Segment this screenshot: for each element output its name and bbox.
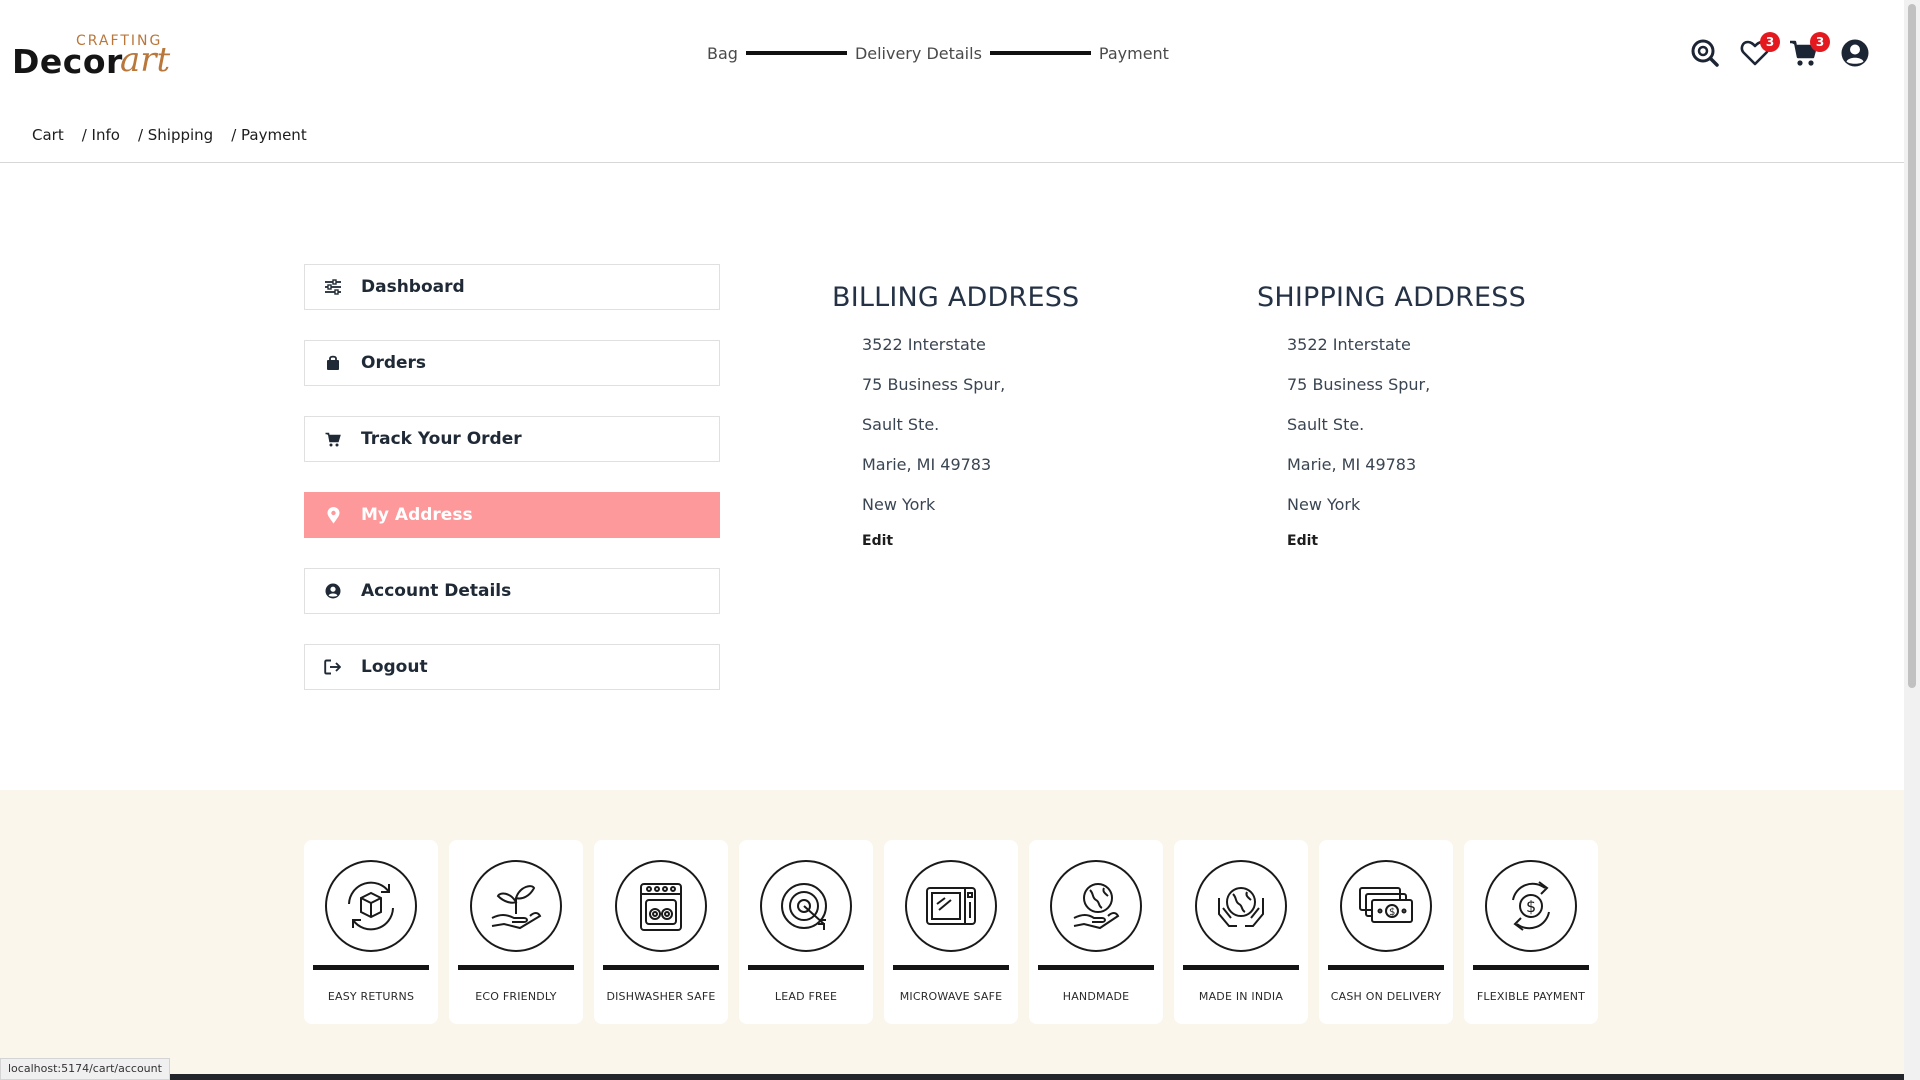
menu-item-logout[interactable]: Logout — [304, 644, 720, 690]
billing-address-title: BILLING ADDRESS — [832, 282, 1080, 313]
feature-underline — [313, 965, 429, 970]
sliders-icon — [323, 277, 343, 297]
step-delivery-details[interactable]: Delivery Details — [855, 44, 982, 63]
wishlist-count-badge: 3 — [1760, 32, 1780, 52]
logo-decor: Decor — [12, 42, 123, 81]
step-connector — [989, 51, 1091, 55]
shipping-edit-link[interactable]: Edit — [1287, 533, 1617, 549]
feature-label: LEAD FREE — [774, 990, 838, 1003]
address-line: New York — [1287, 495, 1361, 514]
plant-hand-icon — [470, 860, 562, 952]
feature-card: MICROWAVE SAFE — [884, 840, 1018, 1024]
menu-item-label: Dashboard — [361, 277, 465, 297]
breadcrumb: Cart / Info / Shipping / Payment — [32, 126, 325, 144]
menu-item-label: Logout — [361, 657, 428, 677]
dishwasher-icon — [615, 860, 707, 952]
feature-underline — [1183, 965, 1299, 970]
feature-underline — [748, 965, 864, 970]
header-divider — [0, 162, 1904, 163]
cash-icon: $ — [1340, 860, 1432, 952]
logout-icon — [323, 657, 343, 677]
address-line: Sault Ste. — [862, 415, 940, 434]
feature-card: EASY RETURNS — [304, 840, 438, 1024]
cart-count-badge: 3 — [1810, 32, 1830, 52]
address-line: 3522 Interstate — [862, 335, 986, 354]
user-circle-icon — [323, 581, 343, 601]
svg-text:$: $ — [1389, 907, 1395, 918]
page-scrollbar[interactable] — [1904, 0, 1920, 1080]
feature-underline — [1038, 965, 1154, 970]
step-bag[interactable]: Bag — [707, 44, 738, 63]
bag-icon — [323, 353, 343, 373]
status-url-tooltip: localhost:5174/cart/account — [0, 1058, 170, 1080]
feature-label: ECO FRIENDLY — [475, 990, 557, 1003]
address-line: New York — [862, 495, 936, 514]
cart-icon — [323, 429, 343, 449]
address-line: 75 Business Spur, — [1287, 375, 1431, 394]
logo[interactable]: CRAFTING Decor art — [12, 30, 192, 81]
address-line: Sault Ste. — [1287, 415, 1365, 434]
feature-card: $ CASH ON DELIVERY — [1319, 840, 1453, 1024]
breadcrumb-cart[interactable]: Cart — [32, 126, 64, 144]
globe-hands-icon — [1195, 860, 1287, 952]
feature-card: LEAD FREE — [739, 840, 873, 1024]
feature-underline — [603, 965, 719, 970]
feature-underline — [1328, 965, 1444, 970]
menu-item-dashboard[interactable]: Dashboard — [304, 264, 720, 310]
footer-edge — [160, 1074, 1904, 1080]
feature-label: HANDMADE — [1062, 990, 1130, 1003]
feature-card: $ FLEXIBLE PAYMENT — [1464, 840, 1598, 1024]
address-line: 3522 Interstate — [1287, 335, 1411, 354]
menu-item-orders[interactable]: Orders — [304, 340, 720, 386]
checkout-steps: Bag Delivery Details Payment — [707, 42, 1169, 64]
dollar-cycle-icon: $ — [1485, 860, 1577, 952]
menu-item-label: Account Details — [361, 581, 512, 601]
feature-card: DISHWASHER SAFE — [594, 840, 728, 1024]
feature-label: MICROWAVE SAFE — [899, 990, 1003, 1003]
address-line: Marie, MI 49783 — [1287, 455, 1417, 474]
address-line: Marie, MI 49783 — [862, 455, 992, 474]
menu-item-track-order[interactable]: Track Your Order — [304, 416, 720, 462]
feature-underline — [1473, 965, 1589, 970]
logo-art: art — [120, 40, 171, 80]
feature-card: ECO FRIENDLY — [449, 840, 583, 1024]
breadcrumb-shipping[interactable]: / Shipping — [138, 126, 213, 144]
feature-label: CASH ON DELIVERY — [1330, 990, 1442, 1003]
feature-label: DISHWASHER SAFE — [606, 990, 716, 1003]
microwave-icon — [905, 860, 997, 952]
shipping-address-section: SHIPPING ADDRESS 3522 Interstate 75 Busi… — [1257, 282, 1617, 549]
menu-item-label: Orders — [361, 353, 427, 373]
step-payment[interactable]: Payment — [1099, 44, 1169, 63]
feature-underline — [893, 965, 1009, 970]
globe-hand-icon — [1050, 860, 1142, 952]
shipping-address-title: SHIPPING ADDRESS — [1257, 282, 1526, 313]
menu-item-label: Track Your Order — [361, 429, 522, 449]
feature-label: EASY RETURNS — [327, 990, 415, 1003]
scrollbar-thumb[interactable] — [1908, 4, 1916, 688]
feature-card: HANDMADE — [1029, 840, 1163, 1024]
address-line: 75 Business Spur, — [862, 375, 1006, 394]
site-header: CRAFTING Decor art Bag Delivery Details … — [0, 0, 1904, 106]
features-row: EASY RETURNS ECO FRIENDLY DISHWASHER SAF… — [304, 840, 1609, 1024]
account-menu: Dashboard Orders Track Your Order My Add… — [304, 264, 720, 720]
feature-underline — [458, 965, 574, 970]
feature-label: FLEXIBLE PAYMENT — [1476, 990, 1586, 1003]
feature-label: MADE IN INDIA — [1198, 990, 1284, 1003]
target-icon — [760, 860, 852, 952]
user-icon[interactable] — [1840, 38, 1872, 70]
step-connector — [745, 51, 847, 55]
billing-address-section: BILLING ADDRESS 3522 Interstate 75 Busin… — [832, 282, 1192, 549]
svg-text:$: $ — [1526, 897, 1536, 916]
breadcrumb-payment[interactable]: / Payment — [231, 126, 307, 144]
breadcrumb-info[interactable]: / Info — [82, 126, 120, 144]
menu-item-label: My Address — [361, 505, 473, 525]
billing-edit-link[interactable]: Edit — [862, 533, 1192, 549]
menu-item-my-address[interactable]: My Address — [304, 492, 720, 538]
menu-item-account-details[interactable]: Account Details — [304, 568, 720, 614]
returns-box-icon — [325, 860, 417, 952]
search-icon[interactable] — [1690, 38, 1722, 70]
location-pin-icon — [323, 505, 343, 525]
feature-card: MADE IN INDIA — [1174, 840, 1308, 1024]
